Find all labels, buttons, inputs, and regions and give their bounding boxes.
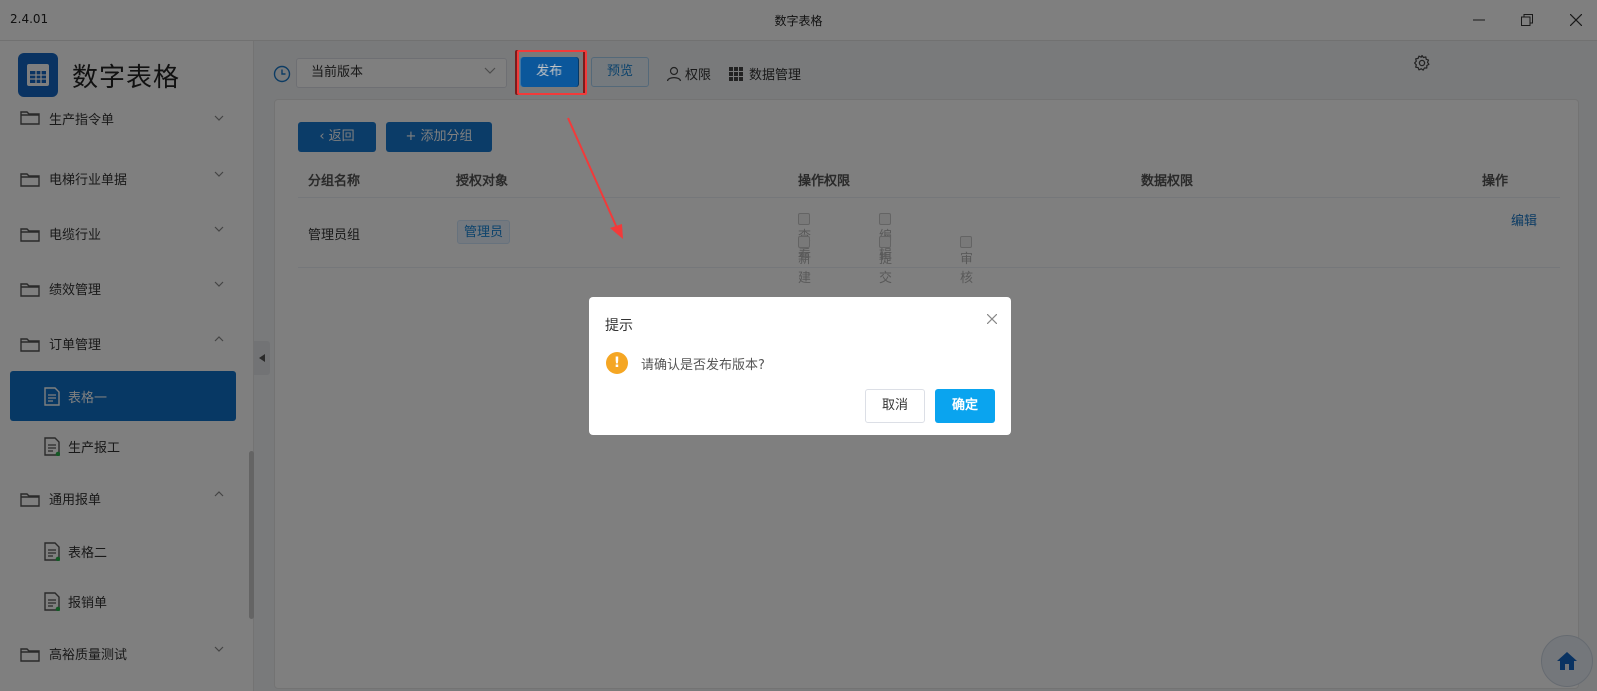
warning-icon: ! bbox=[606, 352, 628, 374]
confirm-dialog: 提示 ! 请确认是否发布版本? 取消 确定 bbox=[589, 297, 1011, 435]
confirm-button[interactable]: 确定 bbox=[935, 389, 995, 423]
cancel-button[interactable]: 取消 bbox=[865, 389, 925, 423]
close-icon[interactable] bbox=[987, 314, 997, 324]
publish-highlight-outline bbox=[517, 50, 587, 95]
dialog-message: 请确认是否发布版本? bbox=[641, 358, 765, 373]
dialog-title: 提示 bbox=[605, 318, 633, 334]
